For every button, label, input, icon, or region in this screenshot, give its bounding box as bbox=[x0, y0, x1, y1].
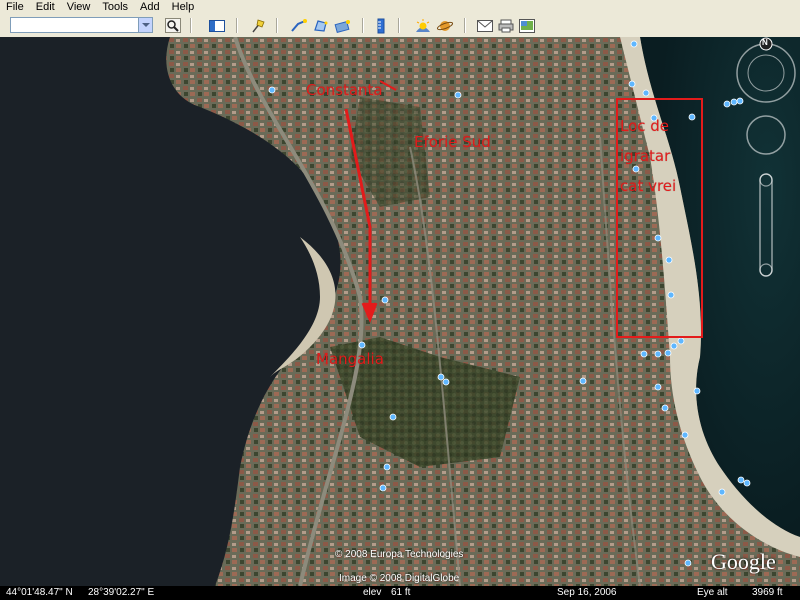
print-icon bbox=[498, 19, 514, 32]
sun-icon bbox=[416, 18, 430, 32]
sidebar-toggle-button[interactable] bbox=[208, 17, 226, 34]
status-eye-alt-value: 3969 ft bbox=[752, 587, 783, 598]
search-input[interactable] bbox=[11, 18, 141, 32]
menu-help[interactable]: Help bbox=[166, 0, 201, 15]
planet-icon bbox=[436, 20, 454, 31]
switch-to-sky-button[interactable] bbox=[436, 17, 454, 34]
label-loc-de: Loc de bbox=[620, 117, 670, 135]
copyright-image: Image © 2008 DigitalGlobe bbox=[339, 573, 460, 584]
map-view[interactable]: Constanta Eforie Sud Mangalia Loc de igr… bbox=[0, 37, 800, 586]
status-longitude: 28°39'02.27" E bbox=[88, 587, 155, 598]
search-combobox[interactable] bbox=[10, 17, 153, 33]
print-button[interactable] bbox=[497, 17, 515, 34]
placemark-icon bbox=[252, 18, 265, 32]
status-latitude: 44°01'48.47" N bbox=[6, 587, 73, 598]
ruler-button[interactable] bbox=[372, 17, 390, 34]
status-bar: 44°01'48.47" N 28°39'02.27" E elev 61 ft… bbox=[0, 586, 800, 600]
copyright-europa: © 2008 Europa Technologies bbox=[335, 549, 464, 560]
polygon-icon bbox=[314, 19, 328, 32]
email-button[interactable] bbox=[476, 17, 494, 34]
label-constanta: Constanta bbox=[306, 81, 383, 99]
toolbar bbox=[0, 15, 800, 38]
satellite-imagery[interactable] bbox=[0, 37, 800, 586]
menu-view[interactable]: View bbox=[61, 0, 97, 15]
image-icon bbox=[519, 18, 535, 33]
path-icon bbox=[291, 18, 307, 32]
overlay-icon bbox=[334, 19, 350, 33]
sidebar-icon bbox=[209, 19, 225, 32]
menu-edit[interactable]: Edit bbox=[30, 0, 61, 15]
add-polygon-button[interactable] bbox=[312, 17, 330, 34]
menu-file[interactable]: File bbox=[0, 0, 30, 15]
status-elev-label: elev bbox=[363, 587, 382, 598]
add-image-overlay-button[interactable] bbox=[334, 17, 352, 34]
search-icon bbox=[165, 18, 181, 33]
email-icon bbox=[477, 19, 493, 32]
menu-tools[interactable]: Tools bbox=[96, 0, 134, 15]
label-mangalia: Mangalia bbox=[316, 350, 384, 368]
add-path-button[interactable] bbox=[290, 17, 308, 34]
label-igratar: igratar bbox=[620, 147, 671, 165]
ruler-icon bbox=[377, 18, 385, 33]
chevron-down-icon[interactable] bbox=[138, 18, 152, 32]
search-button[interactable] bbox=[164, 17, 182, 34]
view-in-maps-button[interactable] bbox=[518, 17, 536, 34]
compass-north-label: N bbox=[762, 38, 768, 47]
status-elev-value: 61 ft bbox=[391, 587, 411, 598]
add-placemark-button[interactable] bbox=[250, 17, 268, 34]
label-cat-vrei: cat vrei bbox=[620, 177, 677, 195]
menu-add[interactable]: Add bbox=[134, 0, 166, 15]
sunlight-button[interactable] bbox=[414, 17, 432, 34]
status-date: Sep 16, 2006 bbox=[557, 587, 617, 598]
status-eye-alt-label: Eye alt bbox=[697, 587, 728, 598]
google-logo: Google bbox=[711, 549, 776, 574]
label-eforie-sud: Eforie Sud bbox=[414, 133, 491, 151]
menu-bar: File Edit View Tools Add Help bbox=[0, 0, 800, 15]
